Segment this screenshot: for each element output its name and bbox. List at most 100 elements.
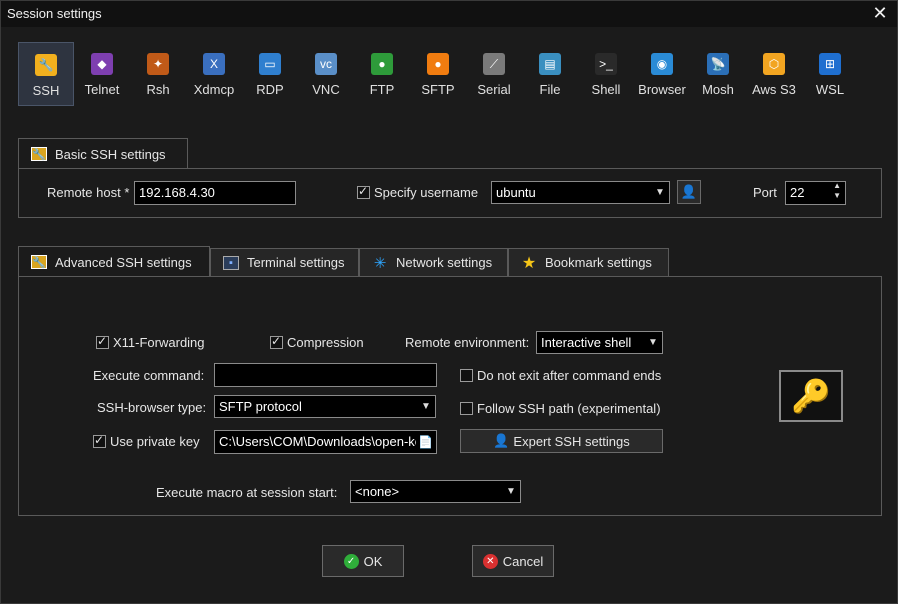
protocol-mosh-button[interactable]: 📡 Mosh bbox=[690, 42, 746, 106]
protocol-label: Shell bbox=[591, 82, 621, 97]
close-icon[interactable]: ✕ bbox=[871, 4, 889, 22]
private-key-path-value: C:\Users\COM\Downloads\open-key bbox=[219, 434, 429, 449]
window-title: Session settings bbox=[7, 6, 102, 21]
ftp-icon: ● bbox=[371, 53, 393, 75]
protocol-file-button[interactable]: ▤ File bbox=[522, 42, 578, 106]
check-icon: ✓ bbox=[343, 553, 359, 569]
protocol-ssh-button[interactable]: 🔧 SSH bbox=[18, 42, 74, 106]
shell-icon: >_ bbox=[595, 53, 617, 75]
use-private-key-checkbox[interactable] bbox=[93, 433, 106, 448]
protocol-sftp-button[interactable]: ● SFTP bbox=[410, 42, 466, 106]
follow-ssh-path-label: Follow SSH path (experimental) bbox=[477, 401, 661, 416]
serial-icon: ⟋ bbox=[483, 53, 505, 75]
protocol-label: Xdmcp bbox=[193, 82, 235, 97]
tab-label: Basic SSH settings bbox=[55, 146, 166, 162]
chevron-down-icon: ▼ bbox=[655, 187, 665, 198]
cancel-label: Cancel bbox=[502, 553, 544, 569]
wrench-icon: 🔧 bbox=[31, 147, 47, 161]
compression-label: Compression bbox=[287, 335, 364, 350]
tab-advanced-ssh-settings[interactable]: 🔧 Advanced SSH settings bbox=[18, 246, 210, 277]
do-not-exit-checkbox[interactable] bbox=[460, 369, 473, 382]
ssh-key-image: 🔑 bbox=[779, 370, 843, 422]
file-icon: ▤ bbox=[539, 53, 561, 75]
file-browse-icon[interactable]: 📄 bbox=[416, 431, 433, 453]
tab-bookmark-settings[interactable]: ★ Bookmark settings bbox=[508, 248, 669, 277]
ok-label: OK bbox=[363, 553, 383, 569]
cancel-icon: ✕ bbox=[482, 553, 498, 569]
username-value: ubuntu bbox=[496, 185, 536, 200]
tab-label: Advanced SSH settings bbox=[55, 254, 192, 270]
protocol-aws-s3-button[interactable]: ⬡ Aws S3 bbox=[746, 42, 802, 106]
protocol-telnet-button[interactable]: ◆ Telnet bbox=[74, 42, 130, 106]
aws-s3-icon: ⬡ bbox=[763, 53, 785, 75]
protocol-label: VNC bbox=[312, 82, 340, 97]
username-select[interactable]: ubuntu ▼ bbox=[491, 181, 670, 204]
protocol-label: SSH bbox=[32, 83, 60, 98]
star-icon: ★ bbox=[521, 254, 537, 272]
specify-username-checkbox[interactable] bbox=[357, 184, 370, 199]
telnet-icon: ◆ bbox=[91, 53, 113, 75]
protocol-label: WSL bbox=[815, 82, 845, 97]
tab-terminal-settings[interactable]: ▪ Terminal settings bbox=[210, 248, 359, 277]
x11-forwarding-checkbox[interactable] bbox=[96, 334, 109, 349]
port-spinner[interactable]: 22 ▲ ▼ bbox=[785, 181, 846, 205]
port-label: Port bbox=[753, 185, 777, 200]
protocol-rsh-button[interactable]: ✦ Rsh bbox=[130, 42, 186, 106]
tab-basic-ssh-settings[interactable]: 🔧 Basic SSH settings bbox=[18, 138, 188, 169]
tab-network-settings[interactable]: ✳ Network settings bbox=[359, 248, 508, 277]
protocol-serial-button[interactable]: ⟋ Serial bbox=[466, 42, 522, 106]
use-private-key-label: Use private key bbox=[110, 434, 200, 449]
spinner-arrows-icon[interactable]: ▲ ▼ bbox=[833, 182, 841, 201]
port-value: 22 bbox=[790, 185, 805, 200]
wrench-icon: 🔧 bbox=[31, 255, 47, 269]
execute-command-input[interactable] bbox=[214, 363, 437, 387]
protocol-label: Browser bbox=[638, 82, 686, 97]
terminal-icon: ▪ bbox=[223, 255, 239, 270]
execute-macro-value: <none> bbox=[355, 484, 400, 499]
tab-label: Terminal settings bbox=[247, 255, 345, 270]
execute-macro-select[interactable]: <none> ▼ bbox=[350, 480, 521, 503]
rsh-icon: ✦ bbox=[147, 53, 169, 75]
vnc-icon: vc bbox=[315, 53, 337, 75]
browser-icon: ◉ bbox=[651, 53, 673, 75]
protocol-ftp-button[interactable]: ● FTP bbox=[354, 42, 410, 106]
protocol-label: Aws S3 bbox=[752, 82, 796, 97]
protocol-label: Serial bbox=[477, 82, 511, 97]
protocol-label: Mosh bbox=[702, 82, 734, 97]
remote-environment-label: Remote environment: bbox=[405, 335, 530, 350]
do-not-exit-label: Do not exit after command ends bbox=[477, 368, 662, 383]
protocol-browser-button[interactable]: ◉ Browser bbox=[634, 42, 690, 106]
ssh-key-icon: 🔧 bbox=[35, 54, 57, 76]
chevron-down-icon: ▼ bbox=[506, 486, 516, 497]
protocol-shell-button[interactable]: >_ Shell bbox=[578, 42, 634, 106]
follow-ssh-path-checkbox[interactable] bbox=[460, 402, 473, 415]
protocol-label: Rsh bbox=[146, 82, 170, 97]
execute-macro-label: Execute macro at session start: bbox=[156, 485, 338, 500]
protocol-xdmcp-button[interactable]: X Xdmcp bbox=[186, 42, 242, 106]
specify-username-label: Specify username bbox=[374, 185, 479, 200]
x11-forwarding-label: X11-Forwarding bbox=[113, 335, 205, 350]
ok-button[interactable]: ✓ OK bbox=[322, 545, 404, 577]
tab-label: Bookmark settings bbox=[545, 255, 652, 270]
ssh-browser-type-select[interactable]: SFTP protocol ▼ bbox=[214, 395, 436, 418]
private-key-path-input[interactable]: C:\Users\COM\Downloads\open-key 📄 bbox=[214, 430, 437, 454]
cancel-button[interactable]: ✕ Cancel bbox=[472, 545, 554, 577]
expert-ssh-settings-button[interactable]: 👤 Expert SSH settings bbox=[460, 429, 663, 453]
protocol-vnc-button[interactable]: vc VNC bbox=[298, 42, 354, 106]
compression-checkbox[interactable] bbox=[270, 334, 283, 349]
user-manager-button[interactable]: 👤 bbox=[677, 180, 701, 204]
ssh-browser-type-label: SSH-browser type: bbox=[97, 400, 207, 415]
protocol-rdp-button[interactable]: ▭ RDP bbox=[242, 42, 298, 106]
execute-command-label: Execute command: bbox=[93, 368, 205, 383]
protocol-label: Telnet bbox=[84, 82, 120, 97]
remote-host-input[interactable]: 192.168.4.30 bbox=[134, 181, 296, 205]
protocol-label: FTP bbox=[369, 82, 395, 97]
mosh-icon: 📡 bbox=[707, 53, 729, 75]
remote-environment-select[interactable]: Interactive shell ▼ bbox=[536, 331, 663, 354]
rdp-icon: ▭ bbox=[259, 53, 281, 75]
ssh-browser-type-value: SFTP protocol bbox=[219, 399, 302, 414]
xdmcp-icon: X bbox=[203, 53, 225, 75]
protocol-label: RDP bbox=[256, 82, 284, 97]
protocol-wsl-button[interactable]: ⊞ WSL bbox=[802, 42, 858, 106]
user-settings-icon: 👤 bbox=[493, 433, 510, 448]
